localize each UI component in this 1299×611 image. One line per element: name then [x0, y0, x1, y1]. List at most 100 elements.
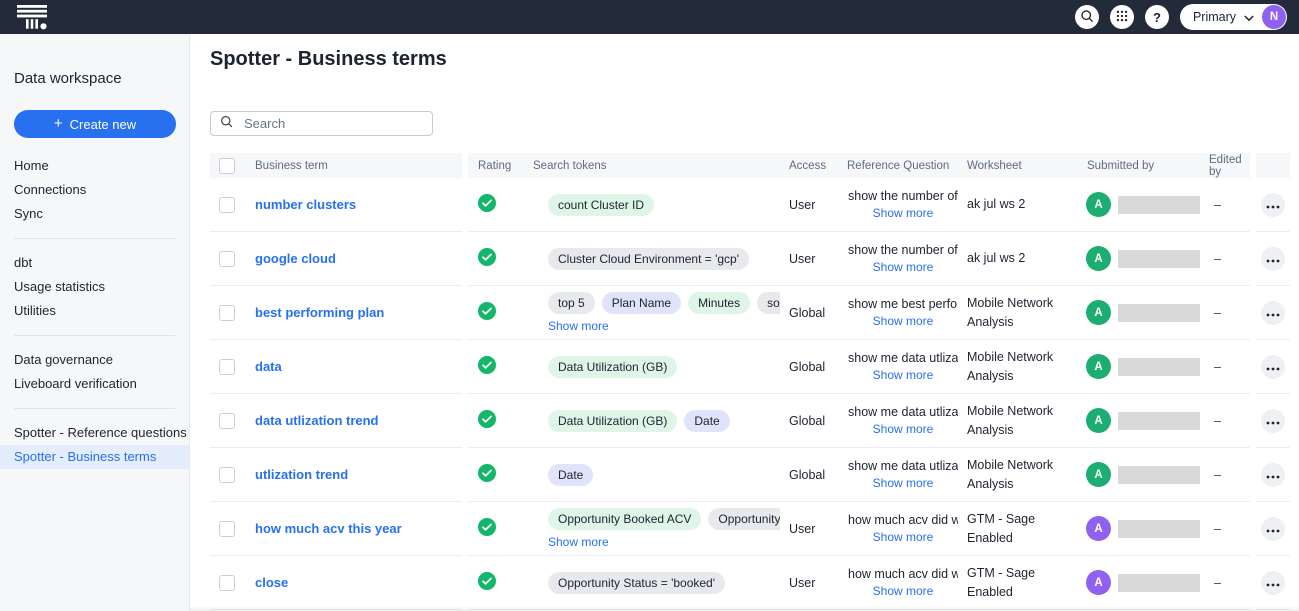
token-pill-list: Opportunity Status = 'booked': [548, 572, 725, 594]
row-actions-cell: [1256, 502, 1290, 556]
sidebar-item-usage-statistics[interactable]: Usage statistics: [0, 275, 189, 299]
edited-by-cell: –: [1200, 502, 1250, 556]
sidebar-divider: [14, 408, 175, 409]
row-more-actions-button[interactable]: [1261, 517, 1285, 541]
question-show-more-link[interactable]: Show more: [873, 476, 934, 490]
reference-question-text: how much acv did w: [848, 513, 958, 527]
row-more-actions-button[interactable]: [1261, 409, 1285, 433]
row-checkbox[interactable]: [219, 467, 235, 483]
rating-cell: [468, 556, 524, 610]
submitter-avatar: A: [1086, 192, 1111, 217]
search-icon: [219, 114, 234, 134]
select-all-checkbox[interactable]: [219, 158, 235, 174]
sidebar-item-data-governance[interactable]: Data governance: [0, 348, 189, 372]
column-header-worksheet: Worksheet: [958, 153, 1078, 178]
business-term-cell: utlization trend: [246, 448, 462, 502]
search-token-pill: top 5: [548, 292, 595, 314]
row-more-actions-button[interactable]: [1261, 193, 1285, 217]
sidebar-item-utilities[interactable]: Utilities: [0, 299, 189, 323]
business-term-link[interactable]: best performing plan: [255, 305, 384, 320]
business-term-link[interactable]: how much acv this year: [255, 521, 402, 536]
row-checkbox[interactable]: [219, 575, 235, 591]
table-row: google cloudCluster Cloud Environment = …: [210, 232, 1290, 286]
access-cell: Global: [780, 286, 838, 340]
business-term-cell: best performing plan: [246, 286, 462, 340]
submitted-by-cell: A: [1078, 556, 1200, 610]
sidebar-item-spotter-reference-questions[interactable]: Spotter - Reference questions: [0, 421, 189, 445]
column-header-submitted-by: Submitted by: [1078, 153, 1200, 178]
business-term-link[interactable]: google cloud: [255, 251, 336, 266]
worksheet-cell: Mobile Network Analysis: [958, 394, 1078, 448]
row-more-actions-button[interactable]: [1261, 463, 1285, 487]
user-avatar[interactable]: N: [1262, 5, 1286, 29]
row-more-actions-button[interactable]: [1261, 247, 1285, 271]
row-checkbox[interactable]: [219, 521, 235, 537]
question-show-more-link[interactable]: Show more: [873, 422, 934, 436]
sidebar-item-dbt[interactable]: dbt: [0, 251, 189, 275]
row-checkbox[interactable]: [219, 359, 235, 375]
reference-question-text: show the number of c: [848, 243, 958, 257]
tokens-show-more-link[interactable]: Show more: [548, 319, 609, 333]
reference-question-text: how much acv did w: [848, 567, 958, 581]
help-button[interactable]: ?: [1145, 5, 1169, 29]
sidebar-item-connections[interactable]: Connections: [0, 178, 189, 202]
sidebar-item-spotter-business-terms[interactable]: Spotter - Business terms: [0, 445, 189, 469]
sidebar-nav: HomeConnectionsSync dbtUsage statisticsUt…: [0, 154, 189, 469]
table-row: how much acv this yearOpportunity Booked…: [210, 502, 1290, 556]
row-checkbox[interactable]: [219, 305, 235, 321]
redacted-name-block: [1118, 196, 1200, 214]
search-token-pill: Opportunity Status = 'booked': [548, 572, 725, 594]
row-more-actions-button[interactable]: [1261, 301, 1285, 325]
token-pill-list: Data Utilization (GB)Date: [548, 410, 730, 432]
redacted-name-block: [1118, 520, 1200, 538]
question-show-more-link[interactable]: Show more: [873, 584, 934, 598]
row-actions-cell: [1256, 178, 1290, 232]
row-checkbox[interactable]: [219, 197, 235, 213]
access-cell: Global: [780, 448, 838, 502]
question-show-more-link[interactable]: Show more: [873, 206, 934, 220]
edited-by-cell: –: [1200, 394, 1250, 448]
question-show-more-link[interactable]: Show more: [873, 314, 934, 328]
sidebar-item-liveboard-verification[interactable]: Liveboard verification: [0, 372, 189, 396]
row-checkbox[interactable]: [219, 413, 235, 429]
org-selector[interactable]: Primary N: [1180, 4, 1287, 30]
tokens-show-more-link[interactable]: Show more: [548, 535, 609, 549]
business-term-link[interactable]: data: [255, 359, 282, 374]
search-button[interactable]: [1075, 5, 1099, 29]
row-more-actions-button[interactable]: [1261, 355, 1285, 379]
submitter-avatar: A: [1086, 570, 1111, 595]
edited-by-cell: –: [1200, 286, 1250, 340]
row-select-cell: [210, 556, 246, 610]
business-term-cell: how much acv this year: [246, 502, 462, 556]
column-header-edited-by: Edited by: [1200, 153, 1250, 178]
create-new-button[interactable]: + Create new: [14, 110, 176, 138]
sidebar-item-sync[interactable]: Sync: [0, 202, 189, 226]
rating-cell: [468, 178, 524, 232]
submitted-by-cell: A: [1078, 232, 1200, 286]
business-term-link[interactable]: number clusters: [255, 197, 356, 212]
sidebar-divider: [14, 238, 175, 239]
row-checkbox[interactable]: [219, 251, 235, 267]
submitted-by-cell: A: [1078, 394, 1200, 448]
business-term-link[interactable]: data utlization trend: [255, 413, 379, 428]
question-show-more-link[interactable]: Show more: [873, 368, 934, 382]
row-more-actions-button[interactable]: [1261, 571, 1285, 595]
search-input[interactable]: [242, 115, 424, 132]
access-cell: User: [780, 178, 838, 232]
question-show-more-link[interactable]: Show more: [873, 530, 934, 544]
business-term-link[interactable]: utlization trend: [255, 467, 348, 482]
business-term-link[interactable]: close: [255, 575, 288, 590]
verified-check-icon: [478, 572, 496, 593]
question-show-more-link[interactable]: Show more: [873, 260, 934, 274]
thoughtspot-logo-icon[interactable]: [16, 4, 50, 30]
apps-button[interactable]: [1110, 5, 1134, 29]
redacted-name-block: [1118, 574, 1200, 592]
sidebar-title: Data workspace: [14, 70, 189, 87]
ellipsis-icon: [1266, 359, 1280, 374]
search-token-pill: Minutes: [688, 292, 750, 314]
search-tokens-cell: Opportunity Status = 'booked': [524, 556, 780, 610]
reference-question-cell: show me data utlizatiShow more: [838, 448, 958, 502]
table-search-box[interactable]: [210, 111, 433, 136]
sidebar-item-home[interactable]: Home: [0, 154, 189, 178]
column-header-access: Access: [780, 153, 838, 178]
